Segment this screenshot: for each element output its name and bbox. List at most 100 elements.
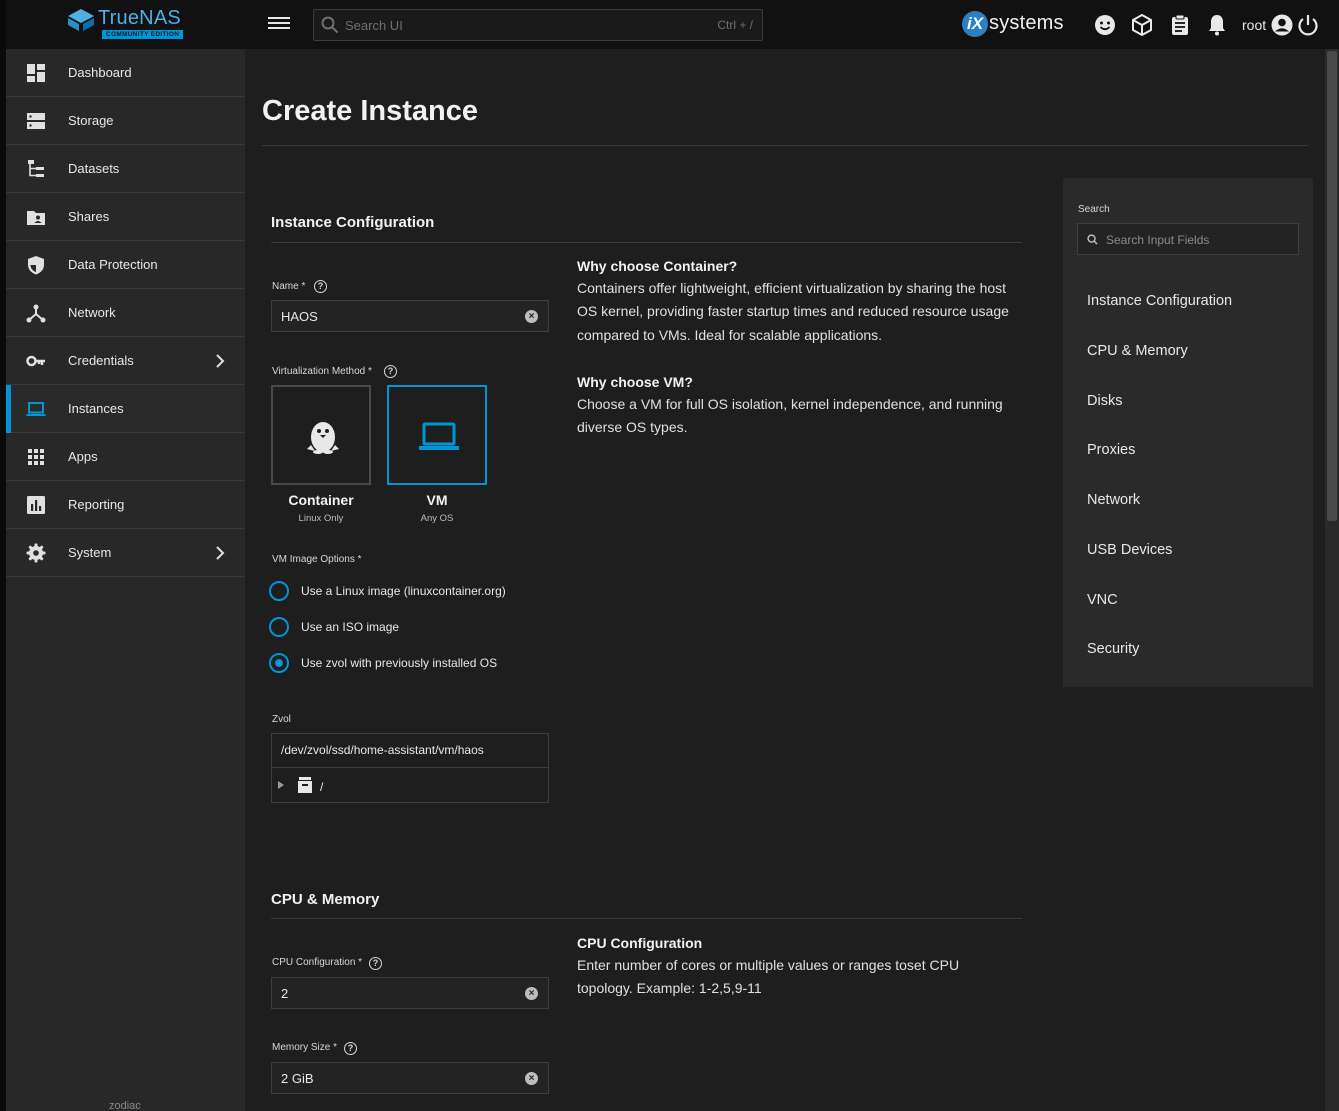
datasets-icon <box>28 160 44 177</box>
tree-expand-icon[interactable] <box>278 781 284 789</box>
help-container-title: Why choose Container? <box>577 258 738 274</box>
name-field-value: HAOS <box>281 309 318 324</box>
sidebar-item-label: Network <box>68 305 116 320</box>
navigator-search-label: Search <box>1078 204 1110 215</box>
sidebar-item-network[interactable]: Network <box>6 289 245 337</box>
network-icon <box>26 304 46 323</box>
global-search-input[interactable]: Search UI Ctrl + / <box>313 9 763 41</box>
sidebar-item-label: Storage <box>68 113 114 128</box>
logo-wordmark: TrueNAS <box>98 7 181 29</box>
radio-iso-image[interactable] <box>269 617 289 637</box>
zvol-explorer[interactable]: /dev/zvol/ssd/home-assistant/vm/haos / <box>271 733 549 803</box>
help-container-text: Containers offer lightweight, efficient … <box>577 280 1009 343</box>
account-icon[interactable] <box>1270 13 1294 37</box>
vm-option-card[interactable] <box>387 385 487 485</box>
zvol-path-input[interactable]: /dev/zvol/ssd/home-assistant/vm/haos <box>281 743 484 757</box>
memory-help-icon[interactable]: ? <box>344 1042 357 1055</box>
sidebar-item-label: Shares <box>68 209 110 224</box>
search-icon <box>321 16 339 34</box>
memory-size-value: 2 GiB <box>281 1071 314 1086</box>
sidebar-item-data-protection[interactable]: Data Protection <box>6 241 245 289</box>
jobs-icon[interactable] <box>1168 13 1192 37</box>
sidebar-item-dashboard[interactable]: Dashboard <box>6 49 245 97</box>
clear-icon[interactable]: × <box>525 1072 538 1085</box>
section-divider <box>271 242 1022 243</box>
truenas-logo[interactable]: TrueNAS COMMUNITY EDITION <box>68 7 188 41</box>
sidebar-item-apps[interactable]: Apps <box>6 433 245 481</box>
section-divider <box>271 918 1022 919</box>
cpu-configuration-field[interactable]: 2 × <box>271 977 549 1009</box>
name-field-label: Name * <box>272 281 306 292</box>
nav-link-usb-devices[interactable]: USB Devices <box>1087 542 1172 558</box>
feedback-icon[interactable] <box>1093 13 1117 37</box>
apps-grid-icon <box>28 449 44 465</box>
menu-toggle-icon[interactable] <box>268 14 290 34</box>
section-navigator: Search Search Input Fields Instance Conf… <box>1063 178 1313 687</box>
memory-size-field[interactable]: 2 GiB × <box>271 1062 549 1094</box>
container-option-title: Container <box>288 492 354 508</box>
container-option-subtitle: Linux Only <box>298 513 344 524</box>
virtualization-help-icon[interactable]: ? <box>384 365 397 378</box>
nav-link-proxies[interactable]: Proxies <box>1087 442 1135 458</box>
dashboard-icon <box>27 64 45 82</box>
vm-option-subtitle: Any OS <box>420 513 454 524</box>
help-cpu-text: Enter number of cores or multiple values… <box>577 957 960 997</box>
zvol-label: Zvol <box>272 714 291 725</box>
sidebar-item-reporting[interactable]: Reporting <box>6 481 245 529</box>
truecommand-icon[interactable] <box>1130 13 1154 37</box>
search-icon <box>1087 234 1098 245</box>
nav-link-vnc[interactable]: VNC <box>1087 592 1118 608</box>
sidebar-item-label: Data Protection <box>68 257 158 272</box>
virtualization-method-label: Virtualization Method * <box>272 366 372 377</box>
name-help-icon[interactable]: ? <box>314 280 327 293</box>
nav-link-security[interactable]: Security <box>1087 641 1139 657</box>
sidebar-item-storage[interactable]: Storage <box>6 97 245 145</box>
scrollbar-thumb[interactable] <box>1327 51 1337 521</box>
clear-icon[interactable]: × <box>525 987 538 1000</box>
chevron-right-icon <box>216 546 225 560</box>
nav-link-cpu-memory[interactable]: CPU & Memory <box>1087 343 1188 359</box>
truenas-logo-icon <box>68 9 94 31</box>
sidebar-item-credentials[interactable]: Credentials <box>6 337 245 385</box>
radio-zvol-label[interactable]: Use zvol with previously installed OS <box>301 656 497 670</box>
laptop-icon <box>26 402 46 416</box>
zvol-tree-root-label[interactable]: / <box>320 780 323 794</box>
sidebar-item-shares[interactable]: Shares <box>6 193 245 241</box>
cpu-help-icon[interactable]: ? <box>369 957 382 970</box>
sidebar-item-label: Datasets <box>68 161 120 176</box>
radio-linux-image-label[interactable]: Use a Linux image (linuxcontainer.org) <box>301 584 506 598</box>
notifications-icon[interactable] <box>1205 13 1229 37</box>
username-label[interactable]: root <box>1242 17 1266 33</box>
radio-iso-image-label[interactable]: Use an ISO image <box>301 620 399 634</box>
radio-zvol[interactable] <box>269 653 289 673</box>
chart-icon <box>27 496 45 514</box>
storage-icon <box>27 113 45 129</box>
help-cpu-title: CPU Configuration <box>577 935 703 951</box>
zvol-divider <box>272 767 548 768</box>
sidebar-item-instances[interactable]: Instances <box>6 385 245 433</box>
nav-link-disks[interactable]: Disks <box>1087 393 1122 409</box>
sidebar-item-label: System <box>68 545 112 560</box>
gear-icon <box>26 543 46 563</box>
edition-badge: COMMUNITY EDITION <box>102 30 184 39</box>
top-bar: TrueNAS COMMUNITY EDITION Search UI Ctrl… <box>6 0 1339 49</box>
power-icon[interactable] <box>1296 13 1320 37</box>
cpu-configuration-value: 2 <box>281 986 289 1001</box>
chevron-right-icon <box>216 354 225 368</box>
navigator-search-input[interactable]: Search Input Fields <box>1077 223 1299 255</box>
help-vm-text: Choose a VM for full OS isolation, kerne… <box>577 396 1003 436</box>
sidebar-item-label: Credentials <box>68 353 134 368</box>
sidebar-item-datasets[interactable]: Datasets <box>6 145 245 193</box>
name-field[interactable]: HAOS × <box>271 300 549 332</box>
clear-icon[interactable]: × <box>525 310 538 323</box>
sidebar-item-label: Reporting <box>68 497 125 512</box>
sidebar-item-label: Apps <box>68 449 98 464</box>
container-option-card[interactable] <box>271 385 371 485</box>
nav-link-network[interactable]: Network <box>1087 492 1140 508</box>
main-scrollbar[interactable] <box>1325 49 1339 1111</box>
vm-option-title: VM <box>426 492 448 508</box>
sidebar: Dashboard Storage Datasets Shares Data P… <box>6 49 245 1111</box>
nav-link-instance-configuration[interactable]: Instance Configuration <box>1087 293 1232 309</box>
radio-linux-image[interactable] <box>269 581 289 601</box>
sidebar-item-system[interactable]: System <box>6 529 245 577</box>
